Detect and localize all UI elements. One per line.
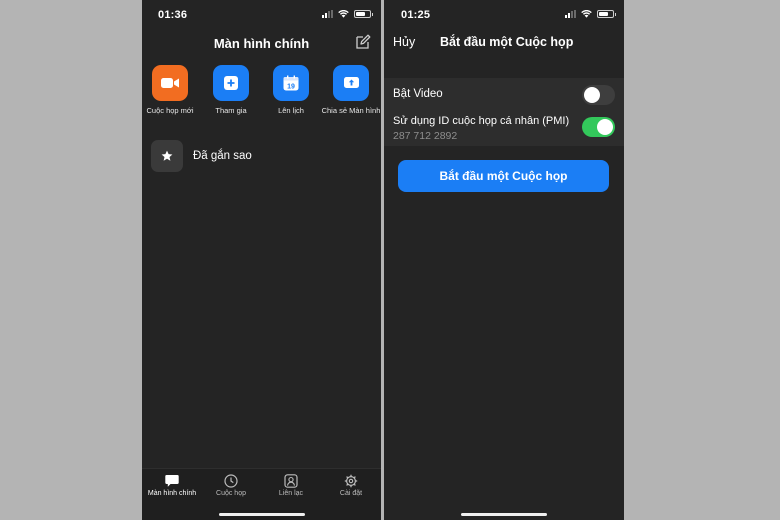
home-screen: 01:36 Màn hình chính Cuộc họp mới Tham g…: [142, 0, 381, 520]
video-toggle[interactable]: [582, 85, 615, 105]
cancel-button[interactable]: Hủy: [393, 35, 415, 49]
start-meeting-screen: 01:25 Hủy Bắt đầu một Cuộc họp Bật Video…: [384, 0, 624, 520]
share-screen-button[interactable]: Chia sẻ Màn hình: [319, 65, 381, 115]
tab-contacts-label: Liên lạc: [278, 490, 304, 497]
join-label: Tham gia: [215, 106, 247, 115]
pmi-number: 287 712 2892: [393, 130, 458, 142]
status-time: 01:36: [158, 9, 188, 21]
tab-settings[interactable]: Cài đặt: [321, 474, 381, 497]
contact-icon: [284, 474, 298, 488]
starred-label: Đã gắn sao: [193, 150, 252, 162]
page-title: Màn hình chính: [213, 36, 310, 51]
start-meeting-button[interactable]: Bắt đầu một Cuộc họp: [398, 160, 609, 192]
schedule-label: Lên lịch: [278, 106, 304, 115]
tab-meetings[interactable]: Cuộc họp: [201, 474, 261, 497]
wifi-icon: [338, 10, 349, 18]
pmi-toggle[interactable]: [582, 117, 615, 137]
tab-home[interactable]: Màn hình chính: [142, 474, 202, 497]
meeting-options: Bật Video Sử dụng ID cuộc họp cá nhân (P…: [384, 78, 624, 146]
new-meeting-label: Cuộc họp mới: [146, 106, 194, 115]
cellular-signal-icon: [322, 10, 333, 18]
cellular-signal-icon: [565, 10, 576, 18]
schedule-button[interactable]: 19 Lên lịch: [259, 65, 323, 115]
star-icon: [151, 140, 183, 172]
video-toggle-label: Bật Video: [393, 88, 443, 100]
status-bar: 01:36: [142, 0, 381, 30]
calendar-icon: 19: [273, 65, 309, 101]
home-indicator[interactable]: [218, 513, 305, 516]
calendar-day: 19: [287, 83, 295, 90]
status-bar: 01:25: [384, 0, 624, 30]
share-screen-label: Chia sẻ Màn hình: [321, 106, 381, 115]
starred-item[interactable]: Đã gắn sao: [151, 140, 252, 172]
edit-icon[interactable]: [354, 33, 372, 51]
tab-home-label: Màn hình chính: [147, 490, 197, 497]
tab-settings-label: Cài đặt: [339, 490, 363, 497]
clock-icon: [224, 474, 238, 488]
tab-contacts[interactable]: Liên lạc: [261, 474, 321, 497]
new-meeting-button[interactable]: Cuộc họp mới: [142, 65, 202, 115]
plus-icon: [213, 65, 249, 101]
page-title: Bắt đầu một Cuộc họp: [440, 35, 574, 49]
pmi-toggle-label: Sử dụng ID cuộc họp cá nhân (PMI): [393, 115, 570, 127]
gear-icon: [344, 474, 358, 488]
video-camera-icon: [152, 65, 188, 101]
battery-icon: [597, 10, 616, 18]
share-screen-icon: [333, 65, 369, 101]
tab-meetings-label: Cuộc họp: [216, 490, 246, 497]
join-button[interactable]: Tham gia: [199, 65, 263, 115]
battery-icon: [354, 10, 373, 18]
home-indicator[interactable]: [461, 513, 547, 516]
status-time: 01:25: [401, 9, 431, 21]
nav-bar: Hủy Bắt đầu một Cuộc họp: [384, 34, 624, 52]
chat-bubble-icon: [165, 475, 179, 487]
wifi-icon: [581, 10, 592, 18]
